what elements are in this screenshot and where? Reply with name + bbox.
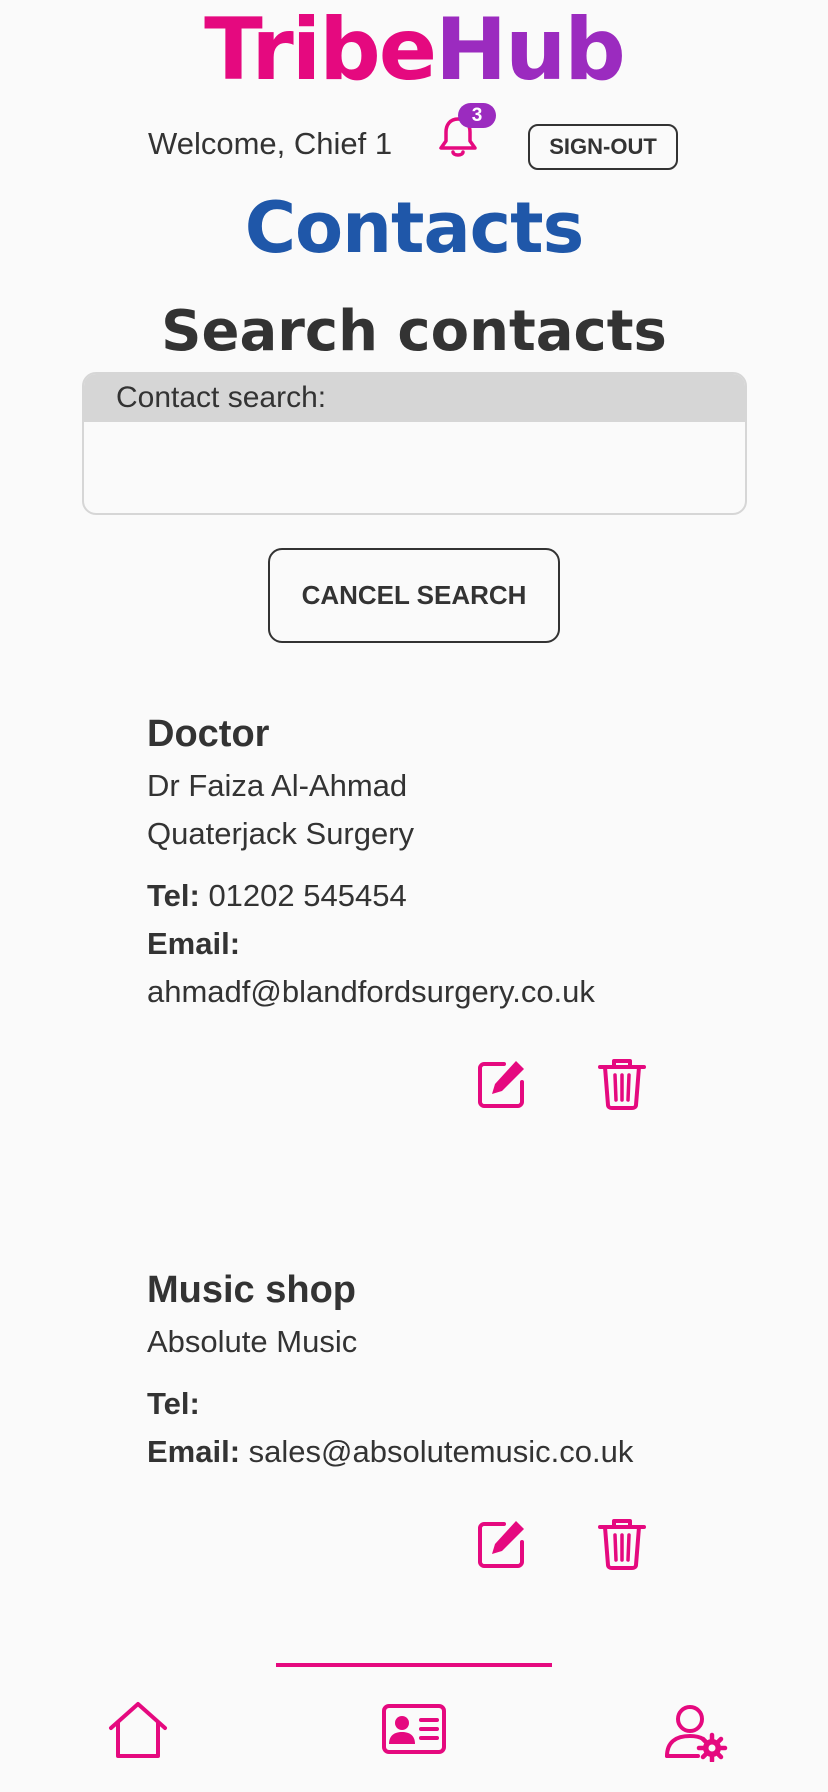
app-logo: TribeHub — [0, 0, 828, 100]
search-heading: Search contacts — [161, 299, 667, 364]
welcome-text: Welcome, Chief 1 — [148, 126, 393, 161]
email-label: Email: — [147, 1434, 241, 1469]
contact-name: Dr Faiza Al-Ahmad — [147, 768, 408, 803]
trash-icon[interactable] — [596, 1056, 648, 1110]
contact-category: Music shop — [147, 1269, 357, 1311]
email-label: Email: — [147, 926, 241, 961]
contact-card: Music shop Absolute Music Tel: Email: sa… — [147, 1266, 707, 1476]
home-icon[interactable] — [108, 1700, 168, 1760]
contact-email: sales@absolutemusic.co.uk — [248, 1434, 634, 1469]
edit-icon[interactable] — [476, 1516, 528, 1570]
page-title: Contacts — [244, 187, 585, 269]
contact-organisation: Quaterjack Surgery — [147, 816, 415, 851]
sign-out-button[interactable]: SIGN-OUT — [528, 124, 678, 170]
logo-part-hub: Hub — [435, 0, 626, 100]
contact-category: Doctor — [147, 713, 270, 755]
search-label: Contact search: — [84, 374, 745, 422]
logo-part-tribe: Tribe — [204, 0, 437, 100]
contact-organisation: Absolute Music — [147, 1324, 358, 1359]
trash-icon[interactable] — [596, 1516, 648, 1570]
search-input[interactable] — [84, 422, 745, 512]
contact-email-row: Email: sales@absolutemusic.co.uk — [147, 1428, 707, 1476]
cancel-search-button[interactable]: CANCEL SEARCH — [268, 548, 560, 643]
active-tab-indicator — [276, 1663, 552, 1667]
edit-icon[interactable] — [476, 1056, 528, 1110]
user-settings-icon[interactable] — [664, 1702, 728, 1762]
contact-tel-row: Tel: 01202 545454 — [147, 872, 707, 920]
notification-badge: 3 — [458, 103, 496, 128]
contact-email: ahmadf@blandfordsurgery.co.uk — [147, 974, 595, 1009]
contact-card: Doctor Dr Faiza Al-Ahmad Quaterjack Surg… — [147, 710, 707, 1016]
contact-tel-row: Tel: — [147, 1380, 707, 1428]
contact-tel: 01202 545454 — [208, 878, 407, 913]
tel-label: Tel: — [147, 1386, 200, 1421]
contact-search-field: Contact search: — [82, 372, 747, 515]
tel-label: Tel: — [147, 878, 200, 913]
contact-card-icon[interactable] — [382, 1704, 446, 1754]
